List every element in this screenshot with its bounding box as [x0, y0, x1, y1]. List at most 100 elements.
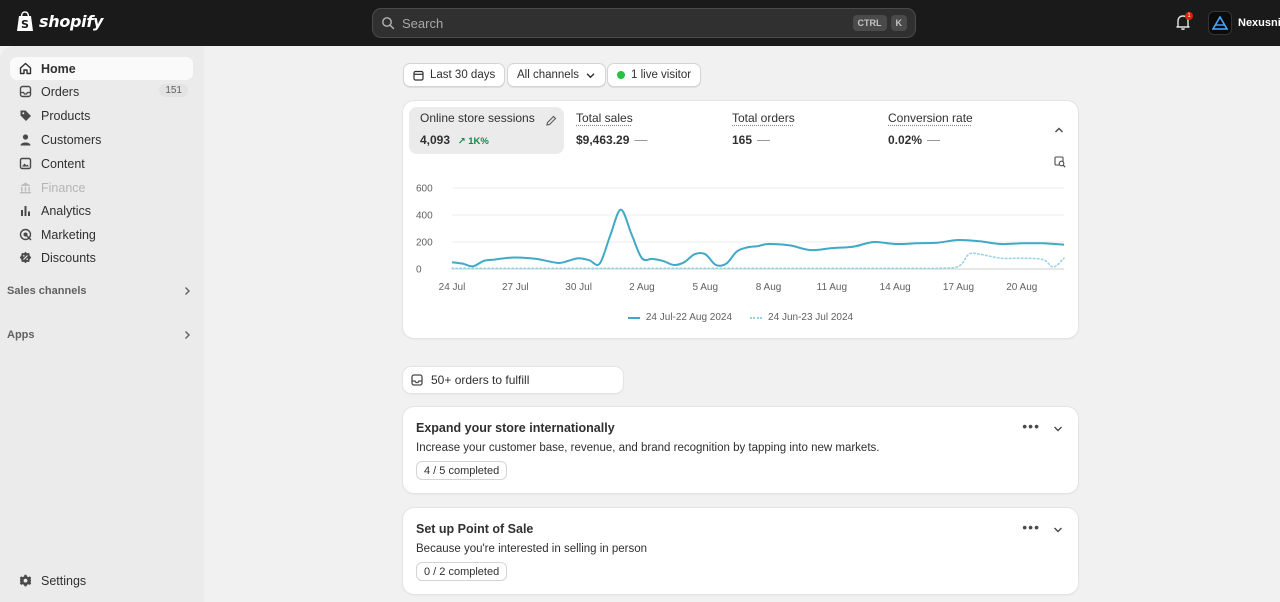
shopify-bag-icon: S	[16, 11, 34, 32]
more-options-icon[interactable]: •••	[1022, 421, 1040, 431]
channels-dropdown[interactable]: All channels	[507, 63, 606, 87]
chevron-right-icon	[181, 329, 193, 341]
shortcut-key-k: K	[891, 15, 908, 31]
y-tick-label: 400	[416, 211, 433, 222]
sidebar-item-customers[interactable]: Customers	[10, 128, 193, 151]
task-description: Because you're interested in selling in …	[416, 543, 647, 555]
chart-legend: 24 Jul-22 Aug 2024 24 Jun-23 Jul 2024	[403, 312, 1078, 323]
fulfill-label: 50+ orders to fulfill	[431, 373, 529, 387]
sidebar-item-label: Orders	[41, 85, 79, 99]
sidebar-item-discounts[interactable]: Discounts	[10, 246, 193, 269]
live-visitor-button[interactable]: 1 live visitor	[607, 63, 701, 87]
sidebar-item-label: Discounts	[41, 251, 96, 265]
chevron-down-icon	[585, 70, 596, 81]
legend-item-current[interactable]: 24 Jul-22 Aug 2024	[628, 312, 732, 323]
sidebar-section-apps[interactable]: Apps	[7, 329, 193, 341]
x-tick-label: 8 Aug	[756, 282, 782, 293]
sidebar-item-label: Customers	[41, 133, 101, 147]
store-avatar	[1208, 11, 1232, 35]
bank-icon	[19, 181, 32, 194]
x-tick-label: 11 Aug	[817, 282, 847, 293]
x-tick-label: 5 Aug	[692, 282, 718, 293]
sidebar-item-label: Marketing	[41, 228, 96, 242]
search-placeholder: Search	[402, 16, 849, 31]
store-name: Nexusni	[1238, 17, 1280, 29]
gear-icon	[19, 574, 32, 587]
orders-to-fulfill-button[interactable]: 50+ orders to fulfill	[403, 367, 623, 393]
task-title: Expand your store internationally	[416, 421, 615, 435]
search-icon	[381, 16, 395, 30]
sidebar-item-orders[interactable]: Orders 151	[10, 80, 193, 103]
inbox-icon	[19, 85, 32, 98]
sidebar-item-label: Home	[41, 62, 76, 76]
legend-swatch-solid	[628, 317, 640, 319]
tag-icon	[19, 109, 32, 122]
discount-icon	[19, 251, 32, 264]
calendar-icon	[413, 70, 424, 81]
notification-badge: 1	[1185, 12, 1193, 20]
person-icon	[19, 133, 32, 146]
legend-item-previous[interactable]: 24 Jun-23 Jul 2024	[750, 312, 853, 323]
inbox-icon	[411, 374, 423, 386]
x-tick-label: 24 Jul	[439, 282, 466, 293]
y-tick-label: 200	[416, 238, 433, 249]
image-icon	[19, 157, 32, 170]
brand-name: shopify	[39, 12, 103, 31]
sidebar-item-marketing[interactable]: Marketing	[10, 223, 193, 246]
sidebar-item-content[interactable]: Content	[10, 152, 193, 175]
sidebar: Home Orders 151 Products Customers Conte…	[0, 46, 204, 602]
store-menu[interactable]: Nexusni	[1208, 11, 1280, 35]
x-tick-label: 30 Jul	[565, 282, 592, 293]
y-tick-label: 0	[416, 265, 422, 276]
svg-text:S: S	[21, 18, 29, 31]
section-label: Sales channels	[7, 285, 87, 297]
chevron-right-icon	[181, 285, 193, 297]
store-logo-icon	[1212, 16, 1228, 30]
sidebar-item-label: Analytics	[41, 204, 91, 218]
sidebar-item-analytics[interactable]: Analytics	[10, 199, 193, 222]
sidebar-item-label: Finance	[41, 181, 85, 195]
legend-label: 24 Jul-22 Aug 2024	[646, 312, 732, 323]
date-range-label: Last 30 days	[430, 69, 495, 81]
sidebar-item-home[interactable]: Home	[10, 57, 193, 80]
home-icon	[19, 62, 32, 75]
sidebar-item-label: Products	[41, 109, 90, 123]
x-tick-label: 27 Jul	[502, 282, 529, 293]
sidebar-item-settings[interactable]: Settings	[10, 569, 193, 592]
sidebar-section-sales-channels[interactable]: Sales channels	[7, 285, 193, 297]
x-tick-label: 14 Aug	[880, 282, 911, 293]
chevron-down-icon[interactable]	[1052, 423, 1064, 435]
analytics-card: Online store sessions 4,093 ↗ 1K% Total …	[403, 101, 1078, 338]
task-card-point-of-sale: Set up Point of Sale Because you're inte…	[403, 508, 1078, 594]
shopify-logo[interactable]: S shopify	[16, 11, 103, 32]
sessions-line-chart: 600 400 200 0 24 Jul 27 Jul 30 Jul 2 Aug 5 Aug 8 …	[403, 101, 1078, 306]
chevron-down-icon[interactable]	[1052, 524, 1064, 536]
x-tick-label: 20 Aug	[1006, 282, 1037, 293]
top-bar: S shopify Search CTRL K 1 Nexusni	[0, 0, 1280, 46]
legend-label: 24 Jun-23 Jul 2024	[768, 312, 853, 323]
task-description: Increase your customer base, revenue, an…	[416, 442, 879, 454]
task-progress-badge: 4 / 5 completed	[416, 461, 507, 480]
x-tick-label: 2 Aug	[629, 282, 655, 293]
search-bar[interactable]: Search CTRL K	[372, 8, 916, 38]
task-title: Set up Point of Sale	[416, 522, 533, 536]
more-options-icon[interactable]: •••	[1022, 522, 1040, 532]
sidebar-item-products[interactable]: Products	[10, 104, 193, 127]
live-visitor-label: 1 live visitor	[631, 69, 691, 81]
channels-label: All channels	[517, 69, 579, 81]
legend-swatch-dotted	[750, 317, 762, 319]
target-icon	[19, 228, 32, 241]
section-label: Apps	[7, 329, 35, 341]
bar-chart-icon	[19, 204, 32, 217]
task-card-expand-internationally: Expand your store internationally Increa…	[403, 407, 1078, 493]
date-range-button[interactable]: Last 30 days	[403, 63, 505, 87]
x-tick-label: 17 Aug	[943, 282, 974, 293]
task-progress-badge: 0 / 2 completed	[416, 562, 507, 581]
orders-count-badge: 151	[159, 84, 188, 97]
sidebar-item-finance[interactable]: Finance	[10, 176, 193, 199]
y-tick-label: 600	[416, 184, 433, 195]
live-status-dot	[617, 71, 625, 79]
sidebar-item-label: Content	[41, 157, 85, 171]
shortcut-key-ctrl: CTRL	[853, 15, 887, 31]
series-line-current	[452, 210, 1064, 267]
